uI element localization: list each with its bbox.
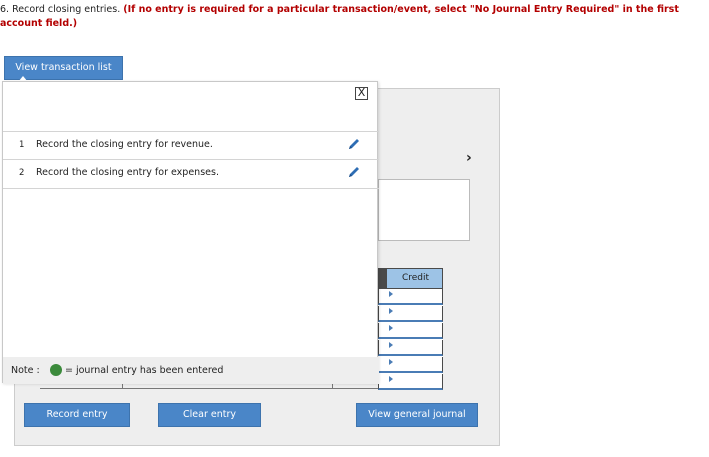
credit-row[interactable] [378,306,443,322]
clear-entry-button[interactable]: Clear entry [158,403,261,427]
row-marker-icon [389,325,393,331]
grid-header-divider [379,269,387,288]
row-marker-icon [389,376,393,382]
row-marker-icon [389,359,393,365]
credit-row[interactable] [378,357,443,373]
credit-row[interactable] [378,340,443,356]
close-icon[interactable]: X [355,87,368,100]
edit-pencil-icon[interactable] [347,165,361,179]
row-marker-icon [389,342,393,348]
transaction-item-1[interactable]: 1 Record the closing entry for revenue. [3,131,379,160]
credit-column-header: Credit [378,268,443,289]
next-transaction-chevron-icon[interactable]: › [466,150,472,166]
transaction-list-popup: X 1 Record the closing entry for revenue… [2,81,379,384]
transaction-number: 2 [19,168,25,178]
row-marker-icon [389,291,393,297]
journal-grid: Credit [378,268,443,390]
credit-row[interactable] [378,374,443,390]
transaction-item-2[interactable]: 2 Record the closing entry for expenses. [3,160,379,189]
view-general-journal-button[interactable]: View general journal [356,403,478,427]
record-entry-button[interactable]: Record entry [24,403,130,427]
instruction-text: 6. Record closing entries. (If no entry … [0,3,709,31]
instruction-lead: 6. Record closing entries. [0,4,121,15]
transaction-label: Record the closing entry for expenses. [36,167,219,178]
row-marker-icon [389,308,393,314]
note-label: Note : [11,365,40,376]
credit-row[interactable] [378,289,443,305]
transaction-label: Record the closing entry for revenue. [36,139,213,150]
note-bar: Note : = journal entry has been entered [3,357,379,384]
credit-row[interactable] [378,323,443,339]
credit-label: Credit [401,273,430,283]
entry-description-box[interactable] [378,179,470,241]
transaction-number: 1 [19,140,25,150]
entry-entered-dot-icon [50,364,62,376]
note-description: = journal entry has been entered [65,365,224,376]
edit-pencil-icon[interactable] [347,137,361,151]
